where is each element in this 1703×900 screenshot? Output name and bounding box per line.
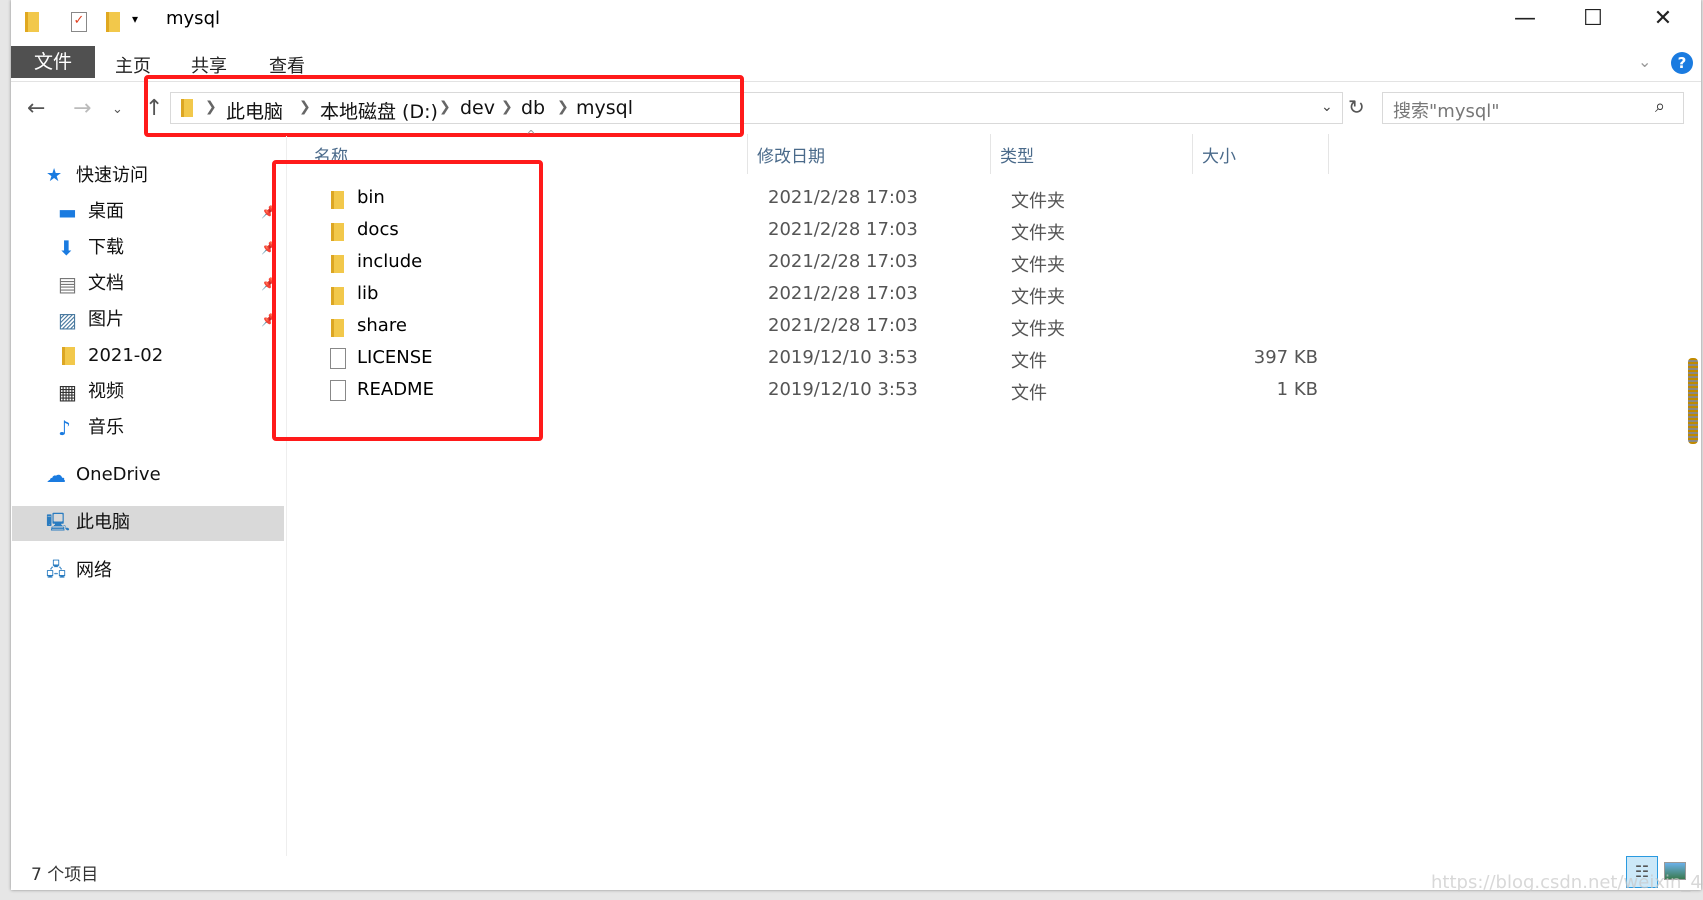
file-explorer-window: ✓ ▾ mysql — ☐ ✕ 文件 主页 共享 查看 ⌄ ? ← → ⌄ ↑ … [11,0,1703,893]
column-header-size[interactable]: 大小 [1202,142,1236,167]
sidebar-item-6[interactable]: ▦ 视频 [58,377,124,407]
file-type: 文件夹 [1011,191,1065,212]
sidebar-item-7[interactable]: ♪ 音乐 [58,413,124,443]
star-icon: ★ [46,165,63,186]
file-type: 文件夹 [1011,255,1065,276]
file-size: 397 KB [1253,347,1318,368]
refresh-button[interactable]: ↻ [1348,95,1365,119]
sidebar-item-label: 2021-02 [88,345,164,366]
sort-indicator-icon: ^ [526,128,537,142]
column-header-type[interactable]: 类型 [1000,142,1034,167]
scrollbar-thumb[interactable] [1688,358,1698,444]
file-date: 2021/2/28 17:03 [768,315,918,336]
cloud-icon: ☁ [46,463,66,487]
search-icon[interactable]: ⌕ [1655,96,1665,117]
sidebar-item-label: 下载 [88,237,124,258]
file-date: 2019/12/10 3:53 [768,347,918,368]
sidebar-item-5[interactable]: 2021-02 [62,341,164,371]
help-icon[interactable]: ? [1671,52,1693,74]
file-size: 1 KB [1276,379,1318,400]
highlight-box-address [144,75,744,137]
window-title: mysql [166,8,220,29]
file-date: 2021/2/28 17:03 [768,283,918,304]
folder-icon [25,12,39,32]
recent-locations-button[interactable]: ⌄ [112,102,123,117]
sidebar-item-label: 快速访问 [76,165,148,186]
file-type: 文件夹 [1011,319,1065,340]
sidebar-item-label: 此电脑 [76,512,130,533]
file-type: 文件夹 [1011,287,1065,308]
download-icon: ⬇ [58,236,75,260]
sidebar-item-4[interactable]: ▨ 图片 [58,305,124,335]
back-button[interactable]: ← [27,96,45,121]
sidebar-item-label: OneDrive [76,464,161,485]
file-date: 2021/2/28 17:03 [768,219,918,240]
sidebar-item-onedrive[interactable]: ☁ OneDrive [46,460,161,490]
sidebar-item-2[interactable]: ⬇ 下载 [58,233,124,263]
customize-toolbar-icon[interactable]: ▾ [132,12,138,26]
file-type: 文件夹 [1011,223,1065,244]
computer-icon: 🖳 [46,512,71,533]
sidebar-item-label: 桌面 [88,201,124,222]
video-icon: ▦ [58,380,77,404]
expand-ribbon-icon[interactable]: ⌄ [1638,52,1651,71]
highlight-box-files [272,160,543,441]
close-button[interactable]: ✕ [1643,6,1683,31]
column-divider[interactable] [747,134,748,174]
sidebar-item-1[interactable]: ▬ 桌面 [58,197,124,227]
folder-icon [62,347,75,365]
document-icon: ▤ [58,272,77,296]
tab-file[interactable]: 文件 [11,46,95,78]
file-date: 2019/12/10 3:53 [768,379,918,400]
sidebar-item-label: 音乐 [88,417,124,438]
new-folder-icon[interactable] [106,12,120,32]
properties-icon[interactable]: ✓ [71,12,87,32]
sidebar-item-this-pc[interactable]: 🖳 此电脑 [46,508,130,538]
network-icon: 🖧 [46,560,67,581]
column-header-date[interactable]: 修改日期 [757,142,825,167]
minimize-button[interactable]: — [1505,6,1545,31]
address-dropdown-icon[interactable]: ⌄ [1321,99,1333,115]
file-date: 2021/2/28 17:03 [768,187,918,208]
pictures-icon: ▨ [58,308,77,332]
column-divider[interactable] [990,134,991,174]
maximize-button[interactable]: ☐ [1573,6,1613,31]
sidebar-item-label: 网络 [76,560,112,581]
status-item-count: 7 个项目 [31,865,99,885]
sidebar-item-quick-access[interactable]: ★ 快速访问 [46,161,148,191]
music-icon: ♪ [58,416,71,440]
column-divider[interactable] [1192,134,1193,174]
sidebar-item-label: 文档 [88,273,124,294]
file-type: 文件 [1011,351,1047,372]
column-divider[interactable] [1328,134,1329,174]
forward-button[interactable]: → [73,96,91,121]
tab-home[interactable]: 主页 [115,52,151,78]
desktop-icon: ▬ [58,200,77,224]
file-type: 文件 [1011,383,1047,404]
sidebar-item-3[interactable]: ▤ 文档 [58,269,124,299]
sidebar-item-label: 视频 [88,381,124,402]
search-input[interactable]: 搜索"mysql" [1382,92,1684,124]
sidebar-item-label: 图片 [88,309,124,330]
sidebar-item-network[interactable]: 🖧 网络 [46,556,112,586]
file-date: 2021/2/28 17:03 [768,251,918,272]
watermark: https://blog.csdn.net/weixin_44577543 [1431,872,1703,893]
